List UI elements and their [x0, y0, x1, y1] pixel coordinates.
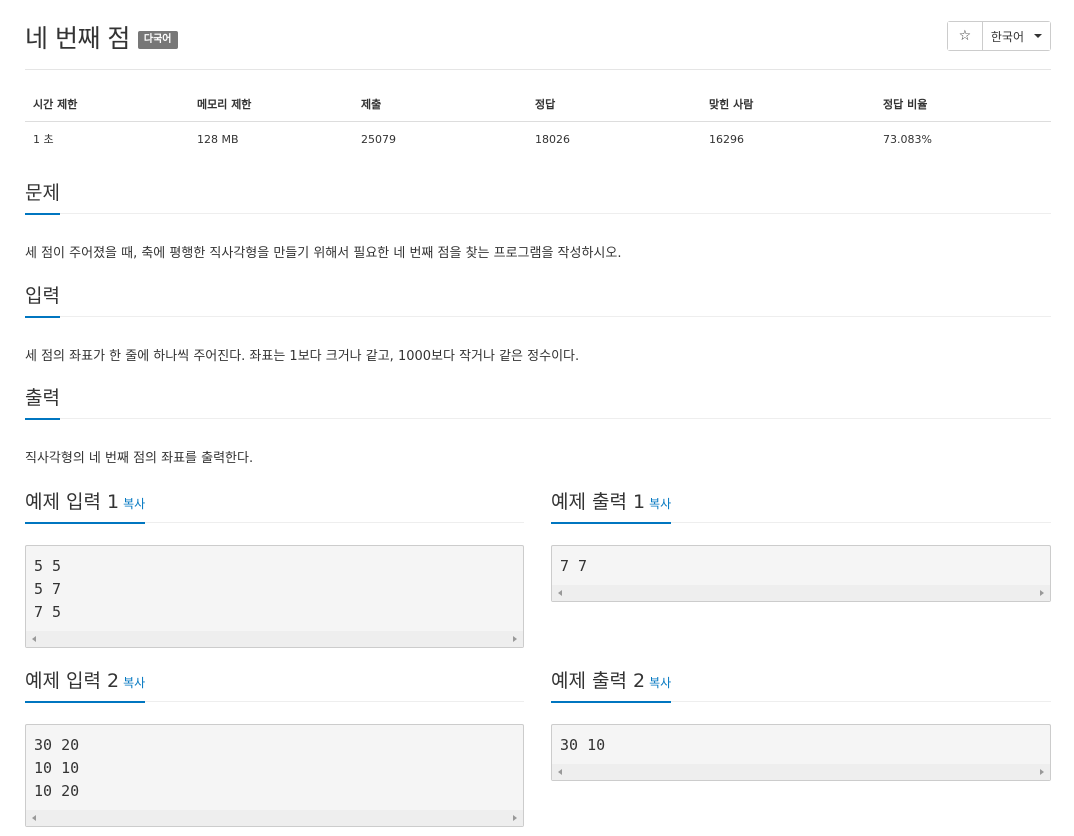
- input-heading: 입력: [25, 284, 60, 318]
- sample-input-1-header: 예제 입력 1 복사: [25, 490, 524, 524]
- sample-output-1-title: 예제 출력 1 복사: [551, 490, 672, 524]
- input-section-header: 입력: [25, 284, 1051, 318]
- language-dropdown[interactable]: 한국어: [982, 22, 1050, 50]
- scroll-right-icon[interactable]: [1040, 590, 1044, 596]
- time-limit-header: 시간 제한: [25, 88, 189, 122]
- accepted-value: 18026: [535, 132, 570, 146]
- header-divider: [25, 69, 1051, 70]
- accepted-header: 정답: [527, 88, 701, 122]
- scroll-left-icon[interactable]: [32, 636, 36, 642]
- memory-limit-value: 128 MB: [197, 132, 239, 146]
- copy-sample-input-2-link[interactable]: 복사: [123, 676, 145, 690]
- scroll-right-icon[interactable]: [513, 815, 517, 821]
- sample-output-1-content: 7 7: [560, 557, 588, 575]
- scroll-right-icon[interactable]: [513, 636, 517, 642]
- problem-info-table: 시간 제한 메모리 제한 제출 정답 맞힌 사람 정답 비율 1 초 128 M…: [25, 88, 1051, 156]
- scroll-left-icon[interactable]: [558, 590, 562, 596]
- sample-output-2-scrollbar[interactable]: [552, 764, 1050, 780]
- language-label: 한국어: [990, 29, 1024, 44]
- sample-input-2-title: 예제 입력 2 복사: [25, 669, 146, 703]
- solvers-value: 16296: [709, 132, 744, 146]
- problem-description: 세 점이 주어졌을 때, 축에 평행한 직사각형을 만들기 위해서 필요한 네 …: [25, 246, 622, 261]
- solvers-header: 맞힌 사람: [701, 88, 875, 122]
- sample-input-2-header: 예제 입력 2 복사: [25, 669, 524, 703]
- accept-ratio-header: 정답 비율: [875, 88, 1051, 122]
- sample-input-1-box: 5 5 5 7 7 5: [25, 545, 524, 648]
- scroll-right-icon[interactable]: [1040, 769, 1044, 775]
- sample-input-2-scrollbar[interactable]: [26, 810, 523, 826]
- time-limit-value: 1 초: [33, 133, 54, 146]
- sample-input-2-content: 30 20 10 10 10 20: [34, 736, 80, 800]
- accept-ratio-value: 73.083%: [883, 132, 932, 146]
- sample-output-2-content: 30 10: [560, 736, 606, 754]
- output-description: 직사각형의 네 번째 점의 좌표를 출력한다.: [25, 451, 254, 466]
- sample-output-2-title: 예제 출력 2 복사: [551, 669, 672, 703]
- sample-input-1-content: 5 5 5 7 7 5: [34, 557, 62, 621]
- header-button-group: ☆ 한국어: [946, 21, 1051, 51]
- title-row: 네 번째 점 다국어: [25, 20, 178, 54]
- caret-down-icon: [1034, 34, 1042, 38]
- sample-output-1-header: 예제 출력 1 복사: [551, 490, 1051, 524]
- sample-input-1-label: 예제 입력 1: [25, 491, 120, 513]
- info-header-row: 시간 제한 메모리 제한 제출 정답 맞힌 사람 정답 비율: [25, 88, 1051, 122]
- sample-output-1-scrollbar[interactable]: [552, 585, 1050, 601]
- memory-limit-header: 메모리 제한: [189, 88, 353, 122]
- sample-output-1-box: 7 7: [551, 545, 1051, 602]
- submissions-header: 제출: [353, 88, 527, 122]
- sample-output-1-label: 예제 출력 1: [551, 491, 646, 513]
- info-value-row: 1 초 128 MB 25079 18026 16296 73.083%: [25, 122, 1051, 157]
- scroll-left-icon[interactable]: [32, 815, 36, 821]
- star-icon: ☆: [958, 28, 972, 44]
- sample-input-1-scrollbar[interactable]: [26, 631, 523, 647]
- sample-output-2-header: 예제 출력 2 복사: [551, 669, 1051, 703]
- sample-output-2-label: 예제 출력 2: [551, 670, 646, 692]
- sample-output-2-box: 30 10: [551, 724, 1051, 781]
- output-section-header: 출력: [25, 386, 1051, 420]
- sample-input-2-box: 30 20 10 10 10 20: [25, 724, 524, 827]
- problem-heading: 문제: [25, 181, 60, 215]
- copy-sample-output-2-link[interactable]: 복사: [649, 676, 671, 690]
- page-title: 네 번째 점: [25, 24, 130, 53]
- output-heading: 출력: [25, 386, 60, 420]
- scroll-left-icon[interactable]: [558, 769, 562, 775]
- multilingual-badge: 다국어: [137, 31, 178, 49]
- problem-section-header: 문제: [25, 181, 1051, 215]
- copy-sample-input-1-link[interactable]: 복사: [123, 497, 145, 511]
- copy-sample-output-1-link[interactable]: 복사: [649, 497, 671, 511]
- input-description: 세 점의 좌표가 한 줄에 하나씩 주어진다. 좌표는 1보다 크거나 같고, …: [25, 349, 580, 364]
- sample-input-1-title: 예제 입력 1 복사: [25, 490, 146, 524]
- submissions-value: 25079: [361, 132, 396, 146]
- star-button[interactable]: ☆: [947, 22, 983, 50]
- sample-input-2-label: 예제 입력 2: [25, 670, 120, 692]
